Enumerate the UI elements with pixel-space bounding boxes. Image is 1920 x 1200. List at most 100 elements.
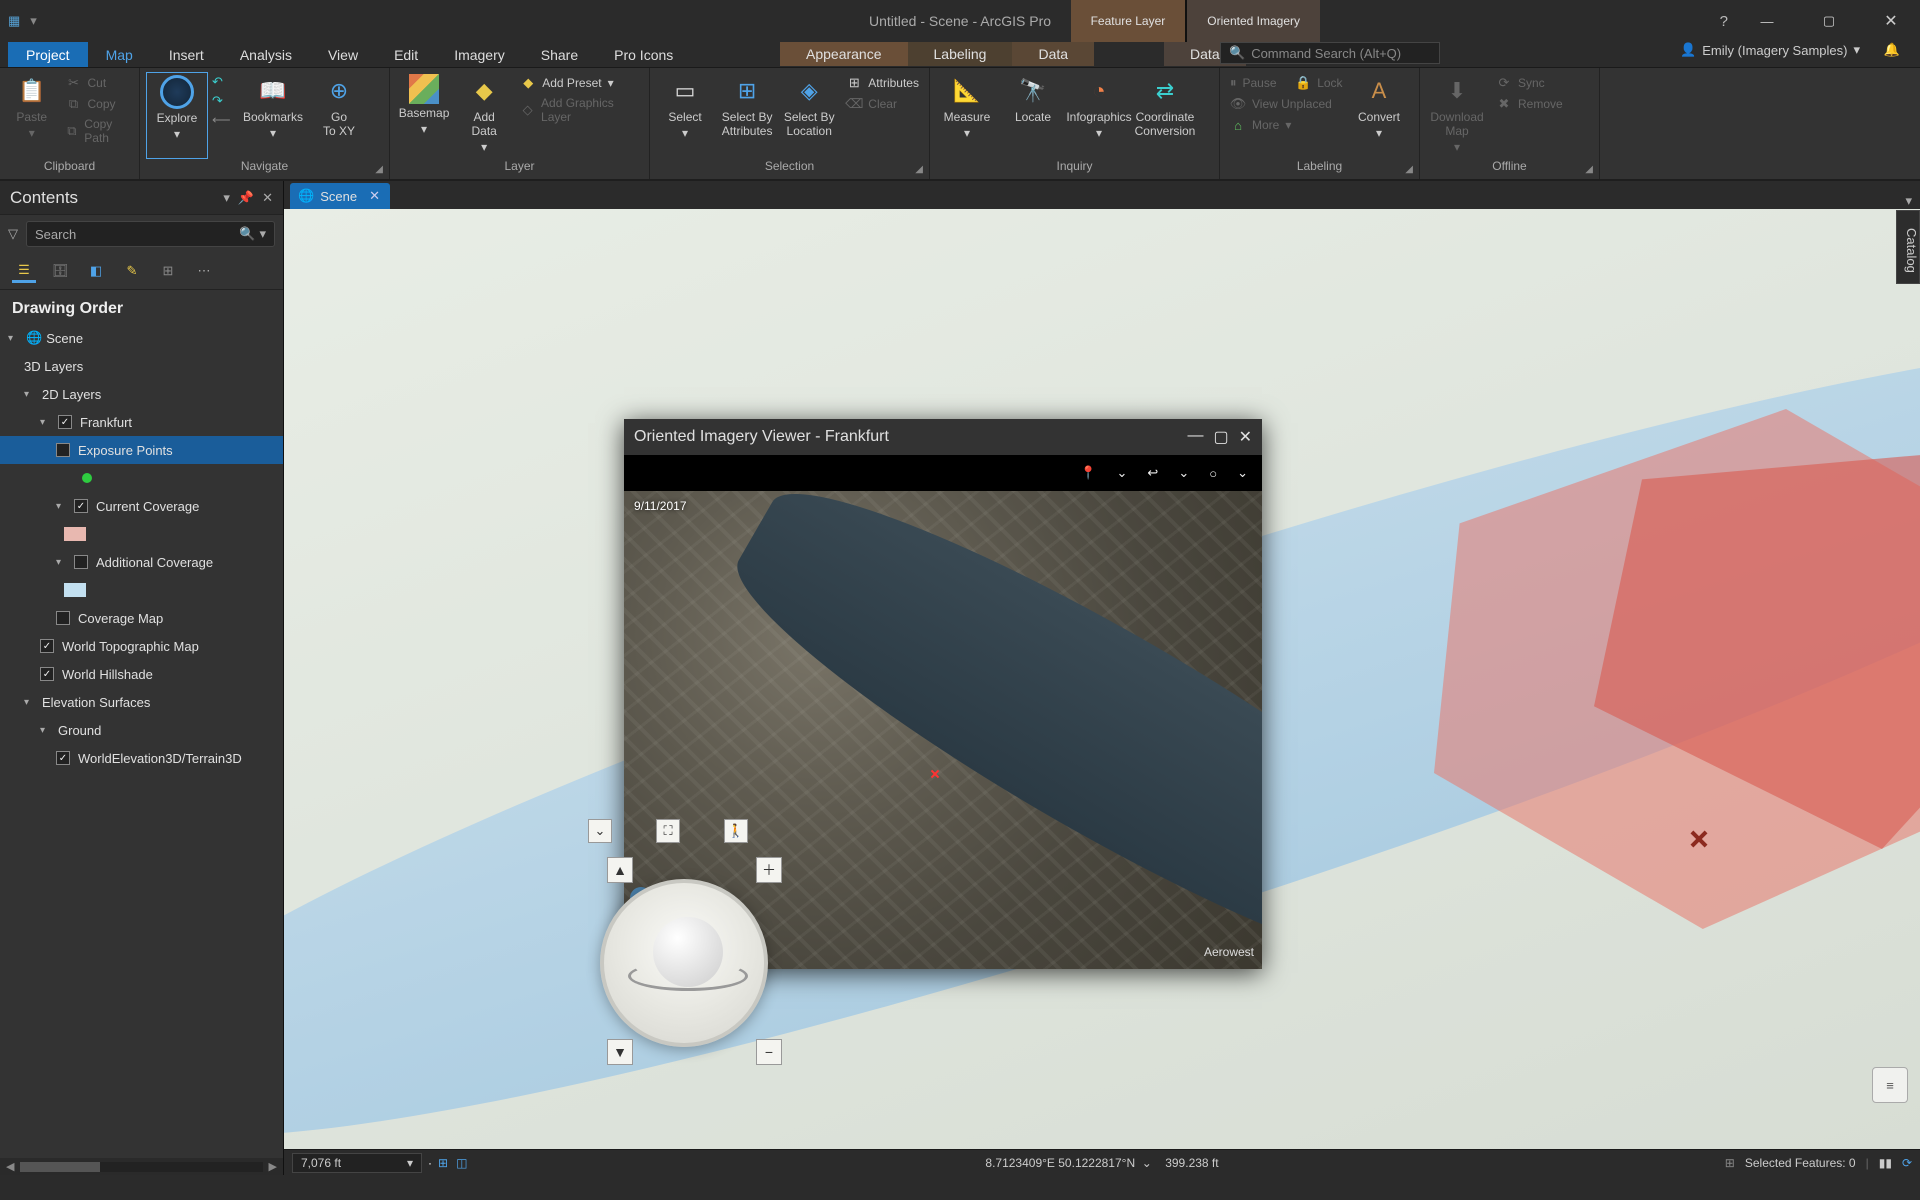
toc-snapping-button[interactable]: ⊞ <box>156 259 180 283</box>
contents-search-input[interactable]: Search 🔍 ▾ <box>26 221 275 247</box>
tab-view[interactable]: View <box>310 42 376 67</box>
tab-imagery[interactable]: Imagery <box>436 42 523 67</box>
pause-drawing-icon[interactable]: ▮▮ <box>1879 1156 1892 1170</box>
checkbox-additional-coverage[interactable] <box>74 555 88 569</box>
tab-pro-icons[interactable]: Pro Icons <box>596 42 691 67</box>
toc-drawing-order-button[interactable]: ☰ <box>12 259 36 283</box>
toc-terrain3d[interactable]: WorldElevation3D/Terrain3D <box>0 744 283 772</box>
qat-save-icon[interactable]: ▾ <box>30 13 37 29</box>
checkbox-world-topo[interactable] <box>40 639 54 653</box>
checkbox-current-coverage[interactable] <box>74 499 88 513</box>
tab-data-feature[interactable]: Data <box>1012 42 1094 66</box>
toc-3d-layers[interactable]: 3D Layers <box>0 352 283 380</box>
scroll-left-icon[interactable]: ◀ <box>6 1160 14 1173</box>
oiv-minimize-icon[interactable]: — <box>1187 427 1203 447</box>
pin-icon[interactable]: 📌 <box>238 190 254 206</box>
convert-labels-button[interactable]: AConvert▾ <box>1348 72 1410 159</box>
snapping-status-icon[interactable]: ⊞ <box>1725 1156 1735 1170</box>
scale-box[interactable]: 7,076 ft ▾ <box>292 1153 422 1173</box>
nav-walk-button[interactable]: 🚶 <box>724 819 748 843</box>
locate-button[interactable]: 🔭Locate <box>1002 72 1064 159</box>
nav-zoom-out-button[interactable]: − <box>756 1039 782 1065</box>
view-tabs-menu-icon[interactable]: ▾ <box>1905 193 1912 209</box>
basemap-gallery-button[interactable]: ≡ <box>1872 1067 1908 1103</box>
maximize-button[interactable]: ▢ <box>1806 6 1852 36</box>
toc-selection-button[interactable]: ◧ <box>84 259 108 283</box>
pane-menu-icon[interactable]: ▾ <box>223 190 230 206</box>
tab-edit[interactable]: Edit <box>376 42 436 67</box>
checkbox-exposure-points[interactable] <box>56 443 70 457</box>
minimize-button[interactable]: — <box>1744 6 1790 36</box>
toc-2d-layers[interactable]: ▾2D Layers <box>0 380 283 408</box>
nav-tilt-down-button[interactable]: ▼ <box>607 1039 633 1065</box>
toc-frankfurt[interactable]: ▾Frankfurt <box>0 408 283 436</box>
oiv-pin-tool-icon[interactable]: 📍 <box>1080 465 1096 481</box>
oiv-maximize-icon[interactable]: ▢ <box>1213 427 1228 447</box>
dialog-launcher-icon[interactable]: ◢ <box>915 164 923 175</box>
add-preset-button[interactable]: ◆Add Preset▾ <box>516 74 643 92</box>
chevron-down-icon[interactable]: ⌄ <box>1237 465 1248 481</box>
go-to-xy-button[interactable]: ⊕ Go To XY <box>308 72 370 159</box>
toc-scene[interactable]: ▾🌐Scene <box>0 324 283 352</box>
scene-navigator[interactable]: ▲ ＋ ▼ − <box>594 859 774 1059</box>
remove-button[interactable]: ✖Remove <box>1492 95 1567 113</box>
tab-insert[interactable]: Insert <box>151 42 222 67</box>
tab-labeling[interactable]: Labeling <box>908 42 1013 66</box>
dialog-launcher-icon[interactable]: ◢ <box>1405 164 1413 175</box>
tab-map[interactable]: Map <box>88 42 151 67</box>
catalog-side-tab[interactable]: Catalog <box>1896 210 1920 284</box>
tab-analysis[interactable]: Analysis <box>222 42 310 67</box>
nav-dropdown-button[interactable]: ⌄ <box>588 819 612 843</box>
help-icon[interactable]: ? <box>1720 13 1728 30</box>
nav-full-extent-icon[interactable]: ⟵ <box>212 112 238 128</box>
nav-compass[interactable] <box>600 879 768 1047</box>
close-button[interactable]: ✕ <box>1868 6 1914 36</box>
infographics-button[interactable]: ◔Infographics▾ <box>1068 72 1130 159</box>
oiv-measure-tool-icon[interactable]: ↩ <box>1147 465 1158 481</box>
toc-datasource-button[interactable]: 🗄 <box>48 259 72 283</box>
toc-exposure-points[interactable]: Exposure Points <box>0 436 283 464</box>
nav-next-icon[interactable]: ↷ <box>212 93 238 109</box>
contents-hscrollbar[interactable]: ◀ ▶ <box>0 1158 283 1175</box>
chevron-down-icon[interactable]: ⌄ <box>1117 465 1128 481</box>
user-badge[interactable]: 👤 Emily (Imagery Samples) ▾ <box>1680 42 1860 58</box>
tab-share[interactable]: Share <box>523 42 596 67</box>
toc-world-topo[interactable]: World Topographic Map <box>0 632 283 660</box>
oiv-header[interactable]: Oriented Imagery Viewer - Frankfurt — ▢ … <box>624 419 1262 455</box>
select-by-location-button[interactable]: ◈Select By Location <box>780 72 838 159</box>
refresh-icon[interactable]: ⟳ <box>1902 1156 1912 1170</box>
explore-button[interactable]: Explore▾ <box>146 72 208 159</box>
measure-button[interactable]: 📐Measure▾ <box>936 72 998 159</box>
notifications-icon[interactable]: 🔔 <box>1884 42 1900 58</box>
checkbox-frankfurt[interactable] <box>58 415 72 429</box>
toc-world-hillshade[interactable]: World Hillshade <box>0 660 283 688</box>
status-snap-icon[interactable]: ⊞ <box>438 1156 448 1170</box>
select-by-attributes-button[interactable]: ⊞Select By Attributes <box>718 72 776 159</box>
nav-tilt-up-button[interactable]: ▲ <box>607 857 633 883</box>
toc-current-coverage[interactable]: ▾Current Coverage <box>0 492 283 520</box>
command-search-input[interactable]: 🔍 Command Search (Alt+Q) <box>1220 42 1440 64</box>
toc-more-button[interactable]: ⋯ <box>192 259 216 283</box>
attributes-button[interactable]: ⊞Attributes <box>842 74 923 92</box>
nav-zoom-in-button[interactable]: ＋ <box>756 857 782 883</box>
download-map-button[interactable]: ⬇Download Map▾ <box>1426 72 1488 159</box>
sync-button[interactable]: ⟳Sync <box>1492 74 1567 92</box>
status-constraints-icon[interactable]: ◫ <box>456 1156 467 1170</box>
toc-additional-coverage[interactable]: ▾Additional Coverage <box>0 548 283 576</box>
basemap-button[interactable]: Basemap▾ <box>396 72 452 159</box>
exposure-point-marker[interactable] <box>1687 827 1711 851</box>
view-tab-close-icon[interactable]: ✕ <box>369 188 380 204</box>
oiv-close-icon[interactable]: ✕ <box>1239 427 1252 447</box>
view-unplaced-button[interactable]: 👁View Unplaced <box>1226 95 1344 113</box>
coord-conversion-button[interactable]: ⇄Coordinate Conversion <box>1134 72 1196 159</box>
cut-button[interactable]: ✂Cut <box>62 74 133 92</box>
tab-appearance[interactable]: Appearance <box>780 42 908 66</box>
paste-button[interactable]: 📋 Paste▾ <box>6 72 58 159</box>
scroll-right-icon[interactable]: ▶ <box>269 1160 277 1173</box>
copy-button[interactable]: ⧉Copy <box>62 95 133 113</box>
add-data-button[interactable]: ◆Add Data▾ <box>456 72 512 159</box>
labels-pause-button[interactable]: ⏸Pause 🔒Lock <box>1226 74 1344 92</box>
select-button[interactable]: ▭Select▾ <box>656 72 714 159</box>
clear-button[interactable]: ⌫Clear <box>842 95 923 113</box>
toc-coverage-map[interactable]: Coverage Map <box>0 604 283 632</box>
